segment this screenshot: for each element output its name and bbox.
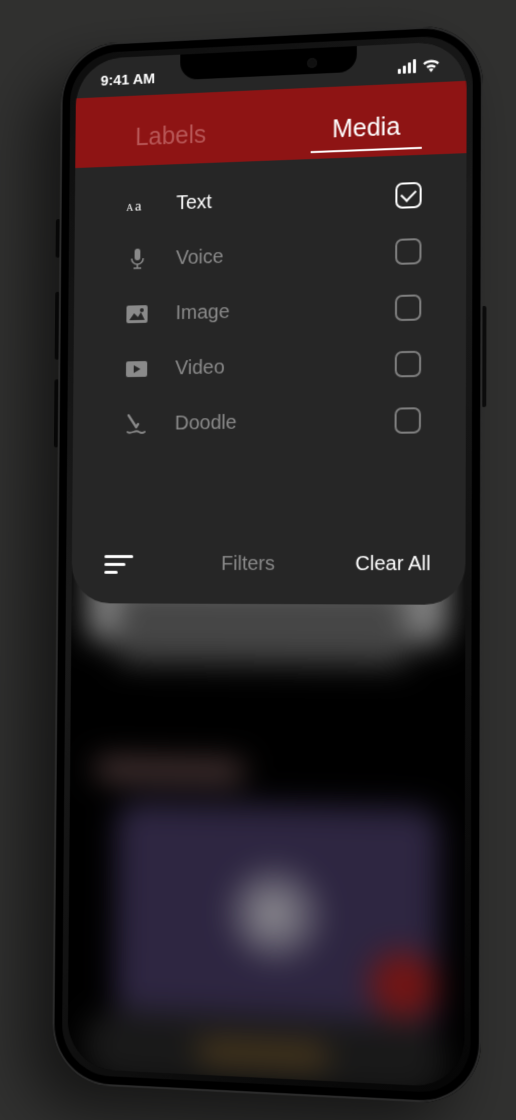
status-time: 9:41 AM (101, 70, 156, 89)
checkbox[interactable] (395, 238, 421, 265)
checkbox[interactable] (395, 294, 421, 321)
media-filter-list: Aa Text Voice (72, 153, 466, 525)
filter-row-video[interactable]: Video (73, 335, 466, 398)
filter-row-image[interactable]: Image (74, 278, 466, 343)
image-icon (124, 304, 151, 324)
checkbox[interactable] (395, 351, 421, 378)
phone-frame: 9:41 AM Labels Media Aa (52, 24, 483, 1105)
video-icon (123, 360, 150, 378)
filter-label: Doodle (175, 409, 395, 435)
filter-row-doodle[interactable]: Doodle (73, 391, 466, 452)
checkbox[interactable] (395, 407, 421, 434)
filter-label: Text (176, 184, 395, 214)
filter-label: Image (176, 297, 396, 325)
doodle-icon (123, 413, 150, 435)
tab-labels[interactable]: Labels (75, 118, 267, 168)
microphone-icon (124, 247, 151, 271)
filter-panel: 9:41 AM Labels Media Aa (72, 41, 467, 605)
filters-label: Filters (143, 552, 356, 575)
filter-label: Video (175, 353, 395, 380)
filter-row-voice[interactable]: Voice (74, 222, 466, 289)
sort-icon[interactable] (104, 555, 143, 574)
svg-text:A: A (126, 203, 134, 214)
clear-all-button[interactable]: Clear All (355, 552, 431, 575)
screen: 9:41 AM Labels Media Aa (68, 41, 467, 1088)
cellular-signal-icon (398, 59, 416, 74)
tab-media[interactable]: Media (267, 110, 466, 161)
wifi-icon (422, 58, 440, 73)
filter-row-text[interactable]: Aa Text (75, 165, 467, 234)
panel-footer: Filters Clear All (72, 523, 466, 604)
text-icon: Aa (124, 195, 151, 213)
svg-text:a: a (135, 199, 142, 214)
filter-label: Voice (176, 240, 395, 269)
checkbox[interactable] (395, 182, 421, 209)
